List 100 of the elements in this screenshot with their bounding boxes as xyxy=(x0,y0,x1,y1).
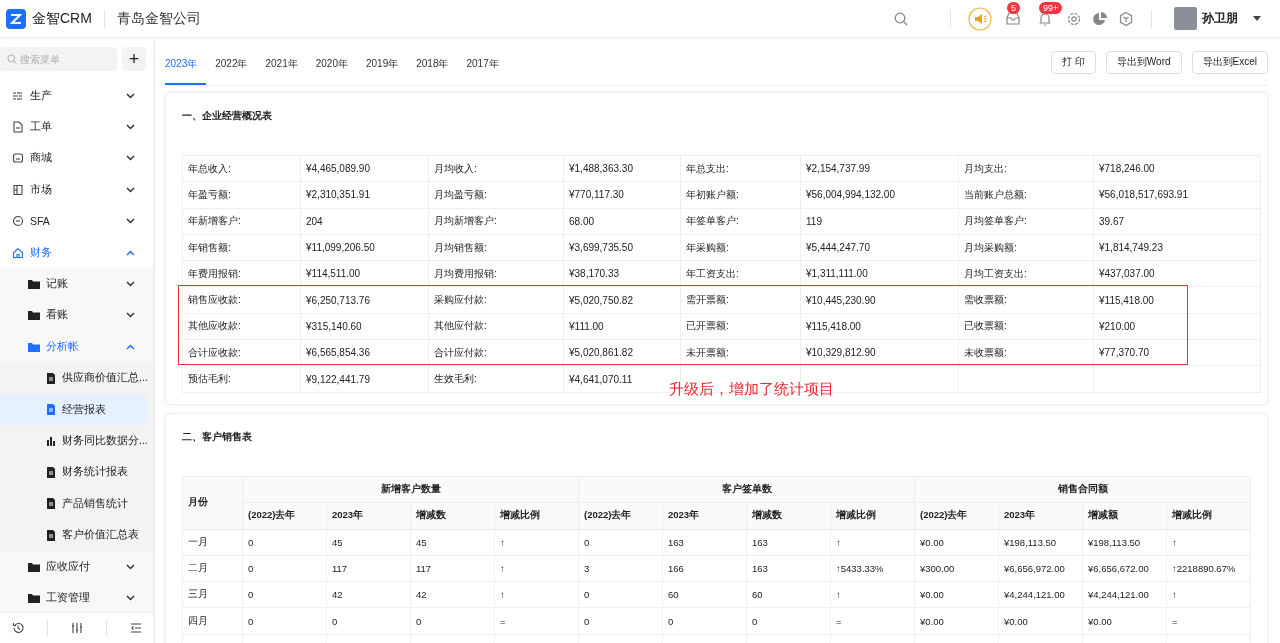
year-tab[interactable]: 2017年 xyxy=(466,39,508,85)
field-label: 其他应付款: xyxy=(428,313,564,340)
menu-item[interactable]: 产品销售统计 xyxy=(0,488,153,520)
field-value: ¥10,445,230.90 xyxy=(800,287,959,314)
menu-item[interactable]: 市场 xyxy=(0,174,153,206)
search-field[interactable]: 搜索菜单 xyxy=(0,47,117,71)
menu-item[interactable]: 工单 xyxy=(0,111,153,143)
table-cell: 166 xyxy=(662,555,747,582)
field-label: 年费用报销: xyxy=(182,260,301,287)
field-label: 年销售额: xyxy=(182,234,301,261)
table-cell: ¥6,656,972.00 xyxy=(998,555,1083,582)
column-header: 增减数 xyxy=(410,502,495,530)
folder-icon xyxy=(28,592,40,603)
field-value: 119 xyxy=(800,208,959,235)
hexagon-icon[interactable] xyxy=(1118,10,1134,27)
field-label: 月均收入: xyxy=(428,155,564,182)
field-value: ¥2,154,737.99 xyxy=(800,155,959,182)
menu-item[interactable]: 生产 xyxy=(0,80,153,112)
field-value: ¥77,370.70 xyxy=(1093,339,1261,366)
caret-icon[interactable] xyxy=(1253,16,1261,21)
menu-item[interactable]: 财务统计报表 xyxy=(0,456,153,489)
table-cell: 60 xyxy=(662,581,747,608)
table-cell: ↑5433.33% xyxy=(830,555,915,582)
table-cell: 0 xyxy=(242,581,327,608)
field-label: 年初账户额: xyxy=(680,181,801,209)
table-cell: ¥0.00 xyxy=(914,608,999,635)
menu-item[interactable]: 工资管理 xyxy=(0,582,153,612)
field-label: 月均销售额: xyxy=(428,234,564,261)
field-label: 当前账户总额: xyxy=(958,181,1094,209)
field-label: 年新增客户: xyxy=(182,208,301,235)
field-value: ¥6,565,854.36 xyxy=(300,339,429,366)
table-cell: = xyxy=(830,608,915,635)
menu-item[interactable]: 商城 xyxy=(0,142,153,175)
export-word-button[interactable]: 导出到Word xyxy=(1105,50,1182,74)
field-value: ¥38,170.33 xyxy=(563,260,681,287)
field-value: ¥5,444,247.70 xyxy=(800,234,959,261)
table-cell: ↑ xyxy=(1166,581,1251,608)
field-value: 68.00 xyxy=(563,208,681,235)
collapse-menu-icon[interactable] xyxy=(129,622,142,634)
menu-item[interactable]: 应收应付 xyxy=(0,550,153,583)
table-cell: 0 xyxy=(662,608,747,635)
year-tab[interactable]: 2019年 xyxy=(366,39,408,85)
table-cell: ↑2218890.67% xyxy=(1166,555,1251,582)
field-value: ¥2,310,351.91 xyxy=(300,181,429,209)
table-cell: ¥4,244,121.00 xyxy=(998,581,1083,608)
column-header: 增减比例 xyxy=(830,502,915,530)
table-cell: 42 xyxy=(410,581,495,608)
search-icon[interactable] xyxy=(894,11,908,26)
menu-item[interactable]: 财务 xyxy=(0,236,153,269)
field-value: ¥4,465,089.90 xyxy=(300,155,429,182)
column-header: 增减数 xyxy=(746,502,831,530)
menu-item[interactable]: 财务同比数据分... xyxy=(0,425,153,457)
field-label: 需收票额: xyxy=(958,287,1094,314)
field-label: 月均采购额: xyxy=(958,234,1094,261)
menu-item[interactable]: 经营报表 xyxy=(0,393,147,426)
field-value: ¥114,511.00 xyxy=(300,260,429,287)
field-label: 生效毛利: xyxy=(428,365,564,393)
year-tab[interactable]: 2022年 xyxy=(215,39,257,85)
export-excel-button[interactable]: 导出到Excel xyxy=(1191,50,1268,74)
column-header: 增减比例 xyxy=(494,502,579,530)
menu-item[interactable]: SFA xyxy=(0,205,153,237)
field-value: ¥115,418.00 xyxy=(800,313,959,340)
column-header: 2023年 xyxy=(662,502,747,530)
megaphone-icon[interactable] xyxy=(968,6,992,31)
field-label: 销售应收款: xyxy=(182,287,301,314)
menu-item[interactable]: 记账 xyxy=(0,268,153,300)
folder-icon xyxy=(28,341,40,352)
field-label: 月均新增客户: xyxy=(428,208,564,235)
history-icon[interactable] xyxy=(11,622,24,634)
menu-item[interactable]: 客户价值汇总表 xyxy=(0,519,153,551)
field-value: ¥1,488,363.30 xyxy=(563,155,681,182)
table-cell: ¥198,113.50 xyxy=(1082,529,1167,556)
menu-item[interactable]: 分析帐 xyxy=(0,331,153,363)
add-button[interactable]: + xyxy=(122,47,146,71)
brand-name: 金智CRM xyxy=(32,9,92,28)
document-icon xyxy=(46,404,56,416)
pie-chart-icon[interactable] xyxy=(1092,10,1108,27)
field-label: 其他应收款: xyxy=(182,313,301,340)
table-cell: = xyxy=(494,608,579,635)
table-cell: ¥0.00 xyxy=(914,529,999,556)
table-cell: 0 xyxy=(578,581,663,608)
field-label: 合计应收款: xyxy=(182,339,301,366)
field-value: ¥1,311,111.00 xyxy=(800,260,959,287)
field-value: ¥770,117.30 xyxy=(563,181,681,209)
table-cell: 60 xyxy=(746,581,831,608)
year-tab[interactable]: 2021年 xyxy=(265,39,307,85)
print-button[interactable]: 打 印 xyxy=(1051,50,1096,74)
field-label: 年工资支出: xyxy=(680,260,801,287)
chevron-down-icon xyxy=(126,186,135,193)
year-tab[interactable]: 2018年 xyxy=(416,39,458,85)
year-tab[interactable]: 2023年 xyxy=(165,39,207,85)
column-header: 增减比例 xyxy=(1166,502,1251,530)
settings-icon[interactable] xyxy=(1066,10,1082,27)
chevron-down-icon xyxy=(126,124,135,131)
user-name[interactable]: 孙卫朋 xyxy=(1202,10,1238,27)
table-cell: ¥0.00 xyxy=(1082,608,1167,635)
year-tab[interactable]: 2020年 xyxy=(315,39,357,85)
menu-item[interactable]: 看账 xyxy=(0,299,153,332)
menu-item[interactable]: 供应商价值汇总... xyxy=(0,362,153,394)
chevron-down-icon xyxy=(126,218,135,225)
